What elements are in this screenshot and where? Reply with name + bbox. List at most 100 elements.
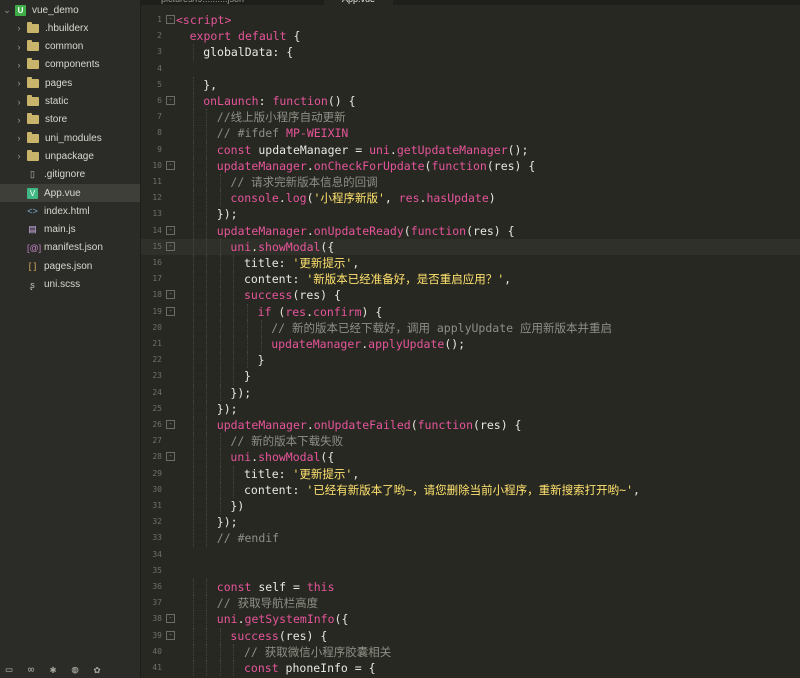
- code-line[interactable]: 22}: [141, 352, 800, 369]
- sidebar-item-common[interactable]: › common: [0, 38, 140, 56]
- code-text: success(res) {: [230, 628, 327, 644]
- chevron-right-icon[interactable]: ›: [14, 23, 24, 33]
- fold-toggle-icon[interactable]: -: [166, 630, 175, 640]
- fold-toggle-icon[interactable]: -: [166, 96, 175, 105]
- code-line[interactable]: 35: [141, 563, 800, 579]
- sidebar-item-static[interactable]: › static: [0, 93, 140, 111]
- indent-guide: [192, 595, 194, 612]
- sidebar-item-unpackage[interactable]: › unpackage: [0, 147, 140, 165]
- sidebar-item-pages[interactable]: › pages: [0, 74, 140, 92]
- code-line[interactable]: 29 title: '更新提示',: [141, 465, 800, 482]
- code-line[interactable]: 2 export default {: [141, 28, 800, 44]
- binoculars-icon[interactable]: ∞: [25, 663, 37, 676]
- line-number: 10: [152, 160, 162, 170]
- code-editor[interactable]: 1- <script> 2 export default {3 globalData: …: [141, 5, 800, 678]
- code-line[interactable]: 30 content: '已经有新版本了哟~，请您删除当前小程序，重新搜索打开哟~…: [141, 481, 800, 498]
- code-token: if: [257, 304, 272, 319]
- code-line[interactable]: 5},: [141, 76, 800, 93]
- folder-icon[interactable]: ▭: [3, 663, 15, 676]
- code-token: //线上版小程序自动更新: [216, 110, 346, 125]
- code-line[interactable]: 10- updateManager.onCheckForUpdate(functi…: [141, 157, 800, 174]
- sidebar-item-components[interactable]: › components: [0, 56, 140, 74]
- code-line[interactable]: 16 title: '更新提示',: [141, 255, 800, 272]
- code-line[interactable]: 18- success(res) {: [141, 287, 800, 304]
- sidebar-item-index-html[interactable]: <> index.html: [0, 202, 140, 220]
- code-line[interactable]: 4: [141, 61, 800, 77]
- sidebar-item-label: pages: [45, 77, 73, 89]
- fold-toggle-icon[interactable]: -: [166, 452, 175, 462]
- code-text: }: [258, 352, 265, 368]
- globe-icon[interactable]: ◍: [69, 663, 81, 676]
- chevron-right-icon[interactable]: ›: [14, 78, 24, 88]
- code-line[interactable]: 17 content: '新版本已经准备好，是否重启应用？',: [141, 271, 800, 288]
- code-line[interactable]: 3 globalData: {: [141, 44, 800, 61]
- code-line[interactable]: 27 // 新的版本下载失败: [141, 433, 800, 450]
- code-line[interactable]: 1- <script>: [141, 12, 800, 28]
- indent-guide: [192, 417, 194, 434]
- code-line[interactable]: 8 // #ifdef MP-WEIXIN: [141, 125, 800, 142]
- code-line[interactable]: 6- onLaunch: function() {: [141, 93, 800, 110]
- fold-toggle-icon[interactable]: -: [166, 241, 175, 251]
- code-line[interactable]: 7 //线上版小程序自动更新: [141, 109, 800, 126]
- code-line[interactable]: 31}): [141, 498, 800, 515]
- code-line[interactable]: 12 console.log('小程序新版', res.hasUpdate): [141, 190, 800, 207]
- fold-toggle-icon[interactable]: -: [166, 614, 175, 624]
- code-line[interactable]: 25});: [141, 400, 800, 417]
- sidebar-item-uni-modules[interactable]: › uni_modules: [0, 129, 140, 147]
- line-number: 40: [152, 646, 162, 656]
- sidebar-item-main-js[interactable]: ▤ main.js: [0, 221, 140, 239]
- code-line[interactable]: 40 // 获取微信小程序胶囊相关: [141, 643, 800, 660]
- code-line[interactable]: 13});: [141, 206, 800, 223]
- code-line[interactable]: 9 const updateManager = uni.getUpdateMana…: [141, 141, 800, 158]
- code-line[interactable]: 34: [141, 547, 800, 563]
- code-line[interactable]: 23}: [141, 368, 800, 385]
- indent-guide: [206, 400, 208, 417]
- sidebar-item-pages-json[interactable]: [ ] pages.json: [0, 257, 140, 275]
- code-token: () {: [327, 94, 356, 108]
- code-line[interactable]: 19- if (res.confirm) {: [141, 303, 800, 320]
- code-line[interactable]: 39- success(res) {: [141, 627, 800, 644]
- fold-toggle-icon[interactable]: -: [166, 420, 175, 429]
- code-line[interactable]: 32});: [141, 514, 800, 531]
- sidebar-item-app-vue[interactable]: V App.vue: [0, 184, 140, 202]
- sidebar-item-store[interactable]: › store: [0, 111, 140, 129]
- line-number: 18: [152, 290, 162, 300]
- code-token: ) {: [361, 304, 383, 319]
- sidebar-item-manifest-json[interactable]: [@] manifest.json: [0, 239, 140, 257]
- chevron-right-icon[interactable]: ›: [14, 60, 24, 70]
- code-token: function: [417, 418, 474, 432]
- fold-toggle-icon[interactable]: -: [166, 306, 175, 316]
- fold-toggle-icon[interactable]: -: [166, 160, 175, 170]
- code-line[interactable]: 15- uni.showModal({: [141, 238, 800, 255]
- sidebar-item-uni-scss[interactable]: ʂ uni.scss: [0, 276, 140, 294]
- code-line[interactable]: 26- updateManager.onUpdateFailed(function…: [141, 417, 800, 434]
- code-line[interactable]: 41 const phoneInfo = {: [141, 660, 800, 677]
- chevron-right-icon[interactable]: ›: [14, 42, 24, 52]
- sidebar-item-vue-demo[interactable]: ⌄ Uvue_demo: [0, 1, 140, 19]
- chevron-right-icon[interactable]: ›: [14, 115, 24, 125]
- code-line[interactable]: 21 updateManager.applyUpdate();: [141, 336, 800, 353]
- line-number: 23: [152, 371, 162, 381]
- chevron-right-icon[interactable]: ›: [14, 151, 24, 161]
- bug-icon[interactable]: ✱: [47, 663, 59, 676]
- code-line[interactable]: 20 // 新的版本已经下载好，调用 applyUpdate 应用新版本并重启: [141, 319, 800, 336]
- code-line[interactable]: 37 // 获取导航栏高度: [141, 595, 800, 612]
- code-line[interactable]: 38- uni.getSystemInfo({: [141, 611, 800, 628]
- code-line[interactable]: 14- updateManager.onUpdateReady(function(…: [141, 222, 800, 239]
- fold-toggle-icon[interactable]: -: [166, 15, 175, 24]
- palette-icon[interactable]: ✿: [91, 663, 103, 676]
- sidebar-item-gitignore[interactable]: ▯ .gitignore: [0, 166, 140, 184]
- code-line[interactable]: 24});: [141, 384, 800, 401]
- indent-guide: [192, 157, 194, 174]
- code-text: if (res.confirm) {: [258, 304, 383, 320]
- sidebar-item-hbuilderx[interactable]: › .hbuilderx: [0, 19, 140, 37]
- chevron-right-icon[interactable]: ›: [14, 97, 24, 107]
- chevron-down-icon[interactable]: ⌄: [2, 5, 12, 16]
- chevron-right-icon[interactable]: ›: [14, 133, 24, 143]
- fold-toggle-icon[interactable]: -: [166, 290, 175, 300]
- fold-toggle-icon[interactable]: -: [166, 225, 175, 235]
- code-line[interactable]: 36 const self = this: [141, 579, 800, 596]
- code-line[interactable]: 11 // 请求完新版本信息的回调: [141, 174, 800, 191]
- code-line[interactable]: 28- uni.showModal({: [141, 449, 800, 466]
- code-line[interactable]: 33 // #endif: [141, 530, 800, 547]
